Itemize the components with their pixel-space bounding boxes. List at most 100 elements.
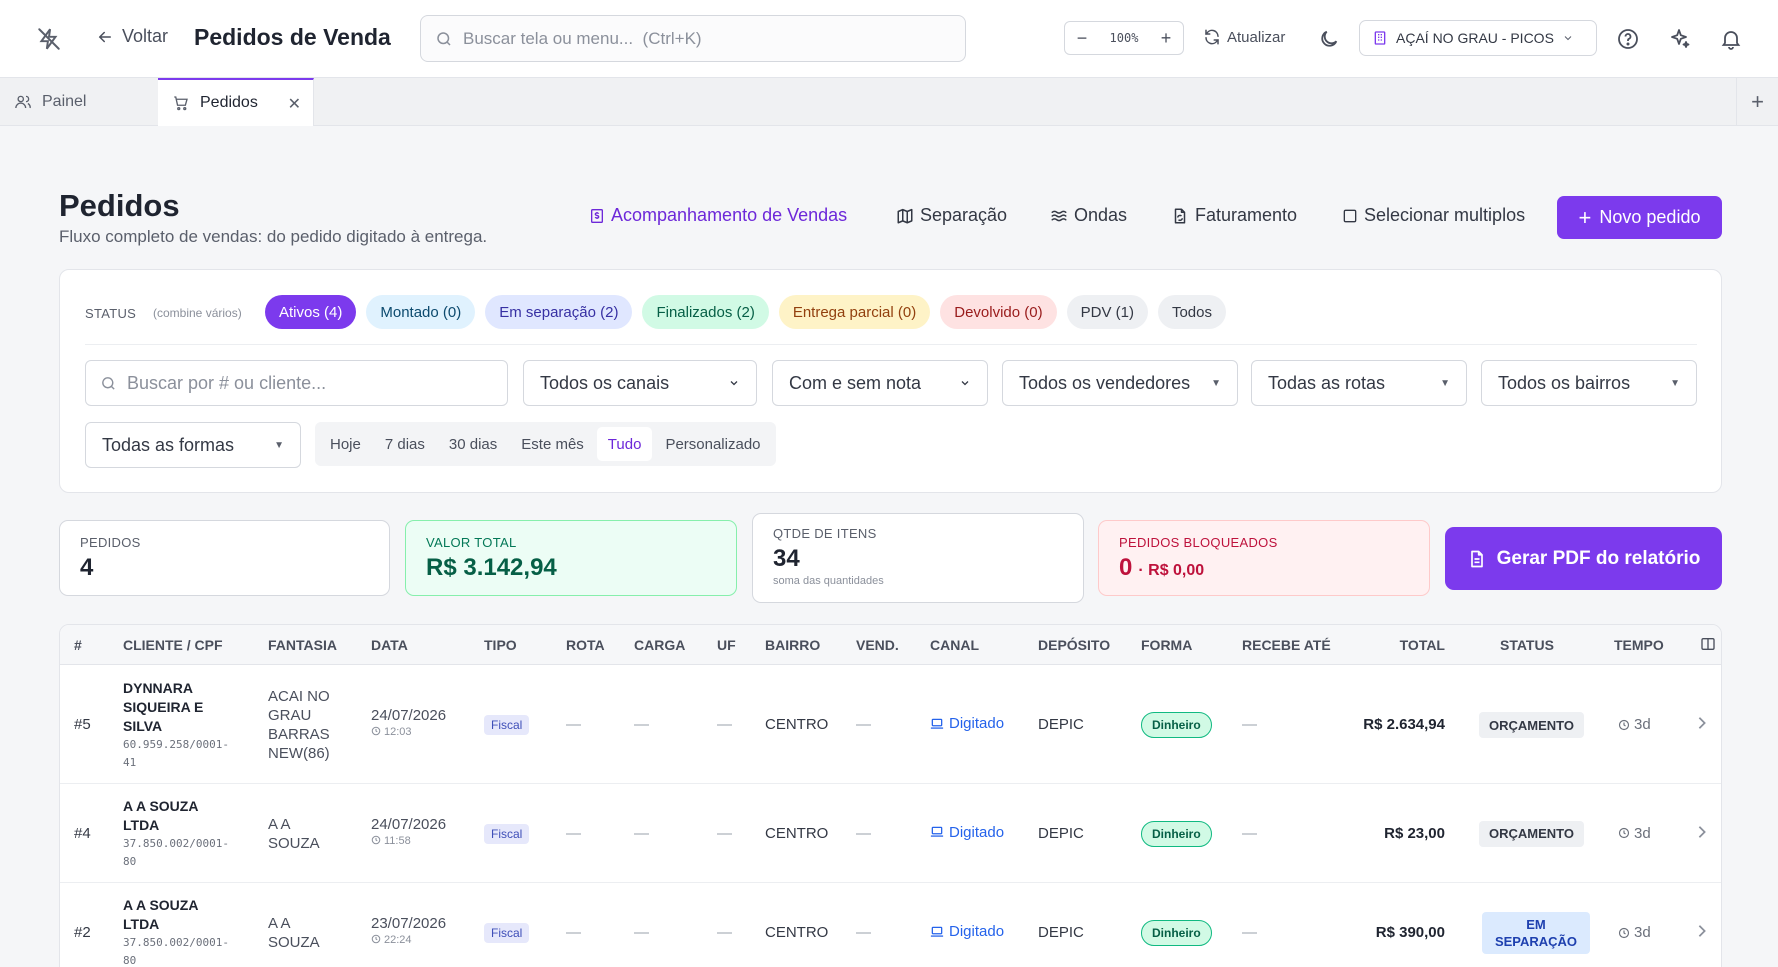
chevron-right-icon[interactable] [1697,825,1707,839]
chevron-down-icon [961,381,969,386]
canal-link[interactable]: Digitado [930,824,1004,841]
column-header[interactable]: RECEBE ATÉ [1242,637,1331,653]
date-option[interactable]: 30 dias [438,427,508,461]
select-multiple-button[interactable]: Selecionar multiplos [1342,205,1525,226]
refresh-button[interactable]: Atualizar [1203,28,1285,46]
order-time-wrap: 11:58 [371,835,446,847]
canais-select[interactable]: Todos os canais [523,360,757,406]
canal-link[interactable]: Digitado [930,923,1004,940]
tab-painel[interactable]: Painel [14,78,156,126]
recebe-cell: — [1242,716,1257,733]
rotas-select[interactable]: Todas as rotas ▼ [1251,360,1467,406]
date-option[interactable]: 7 dias [374,427,436,461]
chevron-right-icon[interactable] [1697,924,1707,938]
clock-icon [1618,927,1630,939]
laptop-icon [930,926,944,938]
order-search[interactable] [85,360,508,406]
date-option[interactable]: Tudo [596,427,653,461]
stat-sub: soma das quantidades [773,575,884,587]
column-header[interactable]: BAIRRO [765,637,820,653]
column-header[interactable]: TEMPO [1614,637,1664,653]
global-search-input[interactable] [463,28,923,49]
stat-value: R$ 3.142,94 [426,554,557,581]
table-header: # CLIENTE / CPF FANTASIA DATA TIPO ROTA CARGA U… [60,625,1721,665]
sparkles-icon[interactable] [1667,27,1691,51]
bairros-select[interactable]: Todos os bairros ▼ [1481,360,1697,406]
help-icon[interactable] [1616,27,1640,51]
dark-mode-icon[interactable] [1318,28,1340,50]
status-chip[interactable]: Finalizados (2) [642,295,769,329]
stat-bloqueados: PEDIDOS BLOQUEADOS 0 · R$ 0,00 [1098,520,1430,596]
zoom-in-button[interactable]: + [1157,29,1175,47]
generate-pdf-button[interactable]: Gerar PDF do relatório [1445,527,1722,590]
status-badge: ORÇAMENTO [1479,712,1584,738]
bell-icon[interactable] [1719,27,1743,51]
filter-card: STATUS (combine vários) Ativos (4) Montad… [59,269,1722,493]
zoom-out-button[interactable]: − [1073,29,1091,47]
client-doc-line: 60.959.258/0001- [123,737,229,751]
table-row[interactable]: #4 A A SOUZA LTDA 37.850.002/0001- 80 A A SOUZ… [60,784,1721,883]
ondas-button[interactable]: Ondas [1050,205,1127,226]
global-search[interactable] [420,15,966,62]
date-option[interactable]: Personalizado [654,427,771,461]
tab-pedidos[interactable]: Pedidos ✕ [158,78,314,126]
column-header[interactable]: FANTASIA [268,637,337,653]
action-label: Ondas [1074,205,1128,225]
separacao-button[interactable]: Separação [896,205,1007,226]
column-header[interactable]: TOTAL [1400,637,1445,653]
nota-select[interactable]: Com e sem nota [772,360,988,406]
status-chip[interactable]: Ativos (4) [265,295,357,329]
vendedores-select[interactable]: Todos os vendedores ▼ [1002,360,1238,406]
column-header[interactable]: TIPO [484,637,517,653]
date-option[interactable]: Este mês [510,427,595,461]
status-cell: ORÇAMENTO [1479,820,1584,847]
sidebar-toggle-icon[interactable] [36,26,62,52]
order-search-input[interactable] [127,372,487,394]
column-header[interactable]: DATA [371,637,408,653]
back-button[interactable]: Voltar [96,26,168,47]
column-header[interactable]: UF [717,637,736,653]
column-header[interactable]: FORMA [1141,637,1192,653]
order-date: 24/07/2026 [371,707,447,724]
status-chip[interactable]: Todos [1157,295,1226,329]
client-name-line: LTDA [123,916,160,932]
new-order-button[interactable]: + Novo pedido [1557,196,1722,239]
column-header[interactable]: CARGA [634,637,685,653]
formas-select[interactable]: Todas as formas ▼ [85,422,301,468]
table-row[interactable]: #5 DYNNARA SIQUEIRA E SILVA 60.959.258/0001-… [60,666,1721,784]
caret-icon: ▼ [1440,377,1450,389]
faturamento-button[interactable]: Faturamento [1171,205,1297,226]
users-icon [15,95,31,109]
total-cell: R$ 23,00 [1384,824,1445,842]
close-icon[interactable]: ✕ [288,94,301,114]
column-header[interactable]: ROTA [566,637,605,653]
plus-icon: + [1578,204,1592,230]
order-id: #2 [74,924,91,941]
status-chip[interactable]: Em separação (2) [485,295,633,329]
date-option[interactable]: Hoje [319,427,372,461]
columns-icon[interactable] [1700,636,1716,652]
table-row[interactable]: #2 A A SOUZA LTDA 37.850.002/0001- 80 A A SOUZ… [60,883,1721,967]
laptop-icon [930,826,944,838]
waves-icon [1051,210,1067,221]
column-header[interactable]: VEND. [856,637,899,653]
column-header[interactable]: CLIENTE / CPF [123,637,223,653]
status-chip[interactable]: Entrega parcial (0) [778,295,931,329]
tipo-cell: Fiscal [484,923,530,943]
carga-cell: — [634,824,649,842]
status-chip[interactable]: Devolvido (0) [940,295,1057,329]
column-header[interactable]: CANAL [930,637,979,653]
add-tab-button[interactable]: + [1736,78,1778,126]
status-chip[interactable]: PDV (1) [1066,295,1148,329]
column-header[interactable]: STATUS [1500,637,1554,653]
status-chip[interactable]: Montado (0) [366,295,476,329]
section-title: Pedidos [59,188,180,223]
column-header[interactable]: DEPÓSITO [1038,637,1110,653]
company-selector[interactable]: AÇAÍ NO GRAU - PICOS [1359,20,1597,56]
column-header[interactable]: # [74,637,82,653]
client-cell: DYNNARA SIQUEIRA E SILVA 60.959.258/0001- 41 [123,679,229,772]
bairro-cell: CENTRO [765,824,829,842]
canal-link[interactable]: Digitado [930,715,1004,732]
chevron-right-icon[interactable] [1697,716,1707,730]
acompanhamento-button[interactable]: Acompanhamento de Vendas [589,205,847,226]
